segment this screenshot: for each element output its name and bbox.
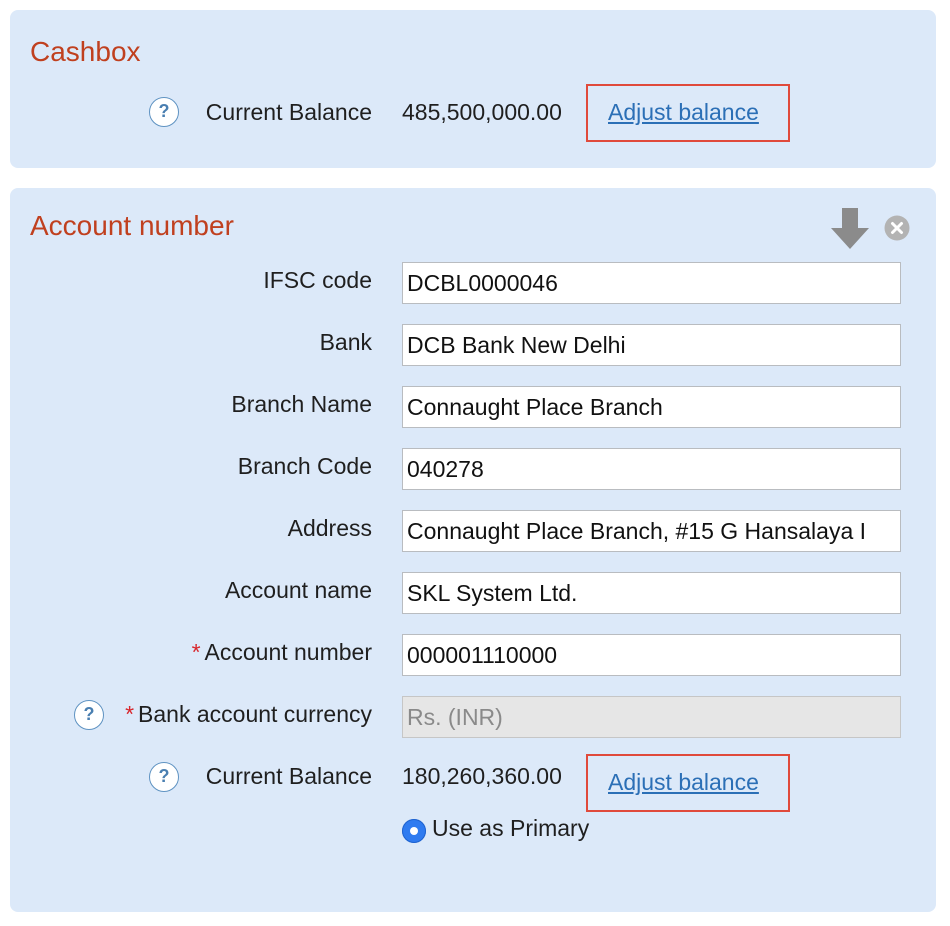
branch-name-field[interactable]: Connaught Place Branch bbox=[402, 386, 901, 428]
use-as-primary-radio[interactable] bbox=[402, 819, 426, 843]
branch-code-value: 040278 bbox=[407, 456, 484, 482]
account-balance-value: 180,260,360.00 bbox=[402, 763, 562, 789]
account-number-field[interactable]: 000001110000 bbox=[402, 634, 901, 676]
currency-label-text: Bank account currency bbox=[138, 701, 372, 727]
required-marker: * bbox=[191, 639, 201, 665]
account-title: Account number bbox=[30, 210, 234, 241]
account-name-label: Account name bbox=[224, 577, 372, 603]
address-label: Address bbox=[287, 515, 372, 541]
download-arrow-icon[interactable] bbox=[830, 208, 870, 250]
account-name-field[interactable]: SKL System Ltd. bbox=[402, 572, 901, 614]
currency-field: Rs. (INR) bbox=[402, 696, 901, 738]
account-name-value: SKL System Ltd. bbox=[407, 580, 578, 606]
use-as-primary-label[interactable]: Use as Primary bbox=[432, 817, 589, 840]
bank-label: Bank bbox=[319, 329, 372, 355]
account-adjust-balance-link[interactable]: Adjust balance bbox=[608, 769, 759, 796]
ifsc-code-value: DCBL0000046 bbox=[407, 270, 558, 296]
address-value: Connaught Place Branch, #15 G Hansalaya … bbox=[407, 518, 867, 544]
currency-label: * Bank account currency bbox=[125, 703, 372, 726]
account-panel: Account number IFSC code DCBL0000046 Ban… bbox=[10, 188, 936, 912]
close-circle-icon[interactable] bbox=[884, 215, 910, 241]
branch-code-label: Branch Code bbox=[237, 453, 372, 479]
account-balance-label: Current Balance bbox=[205, 763, 372, 789]
account-number-value: 000001110000 bbox=[407, 642, 558, 668]
address-field[interactable]: Connaught Place Branch, #15 G Hansalaya … bbox=[402, 510, 901, 552]
bank-value: DCB Bank New Delhi bbox=[407, 332, 626, 358]
cashbox-balance-label: Current Balance bbox=[205, 99, 372, 125]
help-icon[interactable]: ? bbox=[149, 762, 179, 792]
cashbox-title: Cashbox bbox=[30, 36, 141, 67]
help-icon[interactable]: ? bbox=[74, 700, 104, 730]
bank-field[interactable]: DCB Bank New Delhi bbox=[402, 324, 901, 366]
branch-name-value: Connaught Place Branch bbox=[407, 394, 663, 420]
cashbox-adjust-balance-link[interactable]: Adjust balance bbox=[608, 99, 759, 126]
account-number-label: * Account number bbox=[192, 641, 372, 664]
branch-code-field[interactable]: 040278 bbox=[402, 448, 901, 490]
account-number-label-text: Account number bbox=[204, 639, 372, 665]
cashbox-panel: Cashbox ? Current Balance 485,500,000.00… bbox=[10, 10, 936, 168]
cashbox-adjust-highlight: Adjust balance bbox=[586, 84, 790, 142]
cashbox-balance-value: 485,500,000.00 bbox=[402, 99, 562, 125]
help-icon[interactable]: ? bbox=[149, 97, 179, 127]
required-marker: * bbox=[125, 701, 135, 727]
branch-name-label: Branch Name bbox=[231, 391, 372, 417]
ifsc-code-label: IFSC code bbox=[263, 267, 372, 293]
account-adjust-highlight: Adjust balance bbox=[586, 754, 790, 812]
ifsc-code-field[interactable]: DCBL0000046 bbox=[402, 262, 901, 304]
currency-value: Rs. (INR) bbox=[407, 704, 503, 730]
